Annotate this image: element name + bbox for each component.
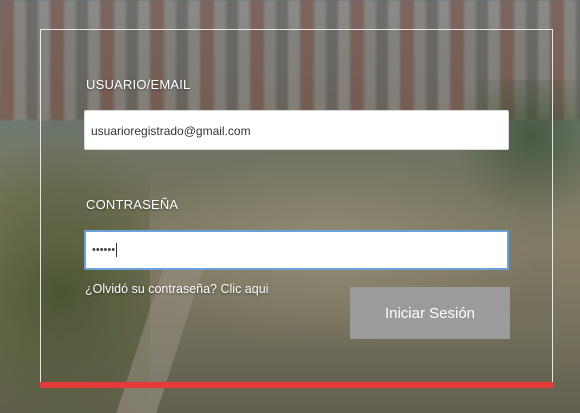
text-caret [116, 243, 118, 258]
password-value: •••••• [92, 244, 116, 256]
login-button[interactable]: Iniciar Sesión [350, 287, 510, 339]
accent-bar [40, 382, 554, 388]
password-input[interactable]: •••••• [84, 230, 509, 270]
user-email-input[interactable]: usuarioregistrado@gmail.com [84, 110, 509, 150]
user-email-label: USUARIO/EMAIL [86, 77, 191, 92]
forgot-password-link[interactable]: ¿Olvidó su contraseña? Clic aqui [85, 282, 268, 296]
user-email-value: usuarioregistrado@gmail.com [91, 124, 251, 138]
password-label: CONTRASEÑA [86, 197, 179, 212]
